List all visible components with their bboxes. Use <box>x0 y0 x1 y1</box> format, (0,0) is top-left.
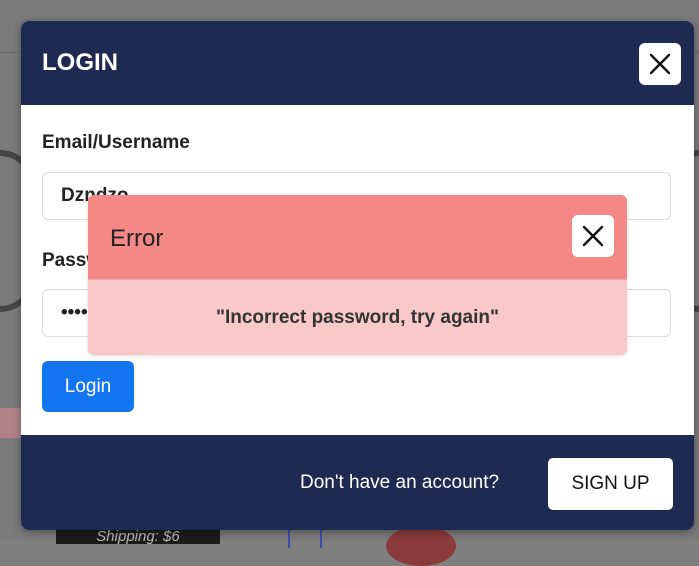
email-label: Email/Username <box>42 132 190 153</box>
login-button[interactable]: Login <box>42 361 134 412</box>
close-icon <box>649 53 671 75</box>
error-dialog: Error "Incorrect password, try again" <box>88 195 627 355</box>
error-title: Error <box>110 225 164 252</box>
modal-header: LOGIN <box>21 21 694 105</box>
modal-close-button[interactable] <box>639 43 681 85</box>
error-header: Error <box>88 195 627 279</box>
close-icon <box>582 225 604 247</box>
modal-title: LOGIN <box>42 49 118 76</box>
signup-button[interactable]: SIGN UP <box>548 458 673 510</box>
signup-prompt: Don't have an account? <box>300 472 500 493</box>
error-body: "Incorrect password, try again" <box>88 279 627 355</box>
error-message: "Incorrect password, try again" <box>215 307 500 328</box>
background-badge <box>386 526 456 566</box>
error-close-button[interactable] <box>572 215 614 257</box>
modal-footer: Don't have an account? SIGN UP <box>21 435 694 530</box>
